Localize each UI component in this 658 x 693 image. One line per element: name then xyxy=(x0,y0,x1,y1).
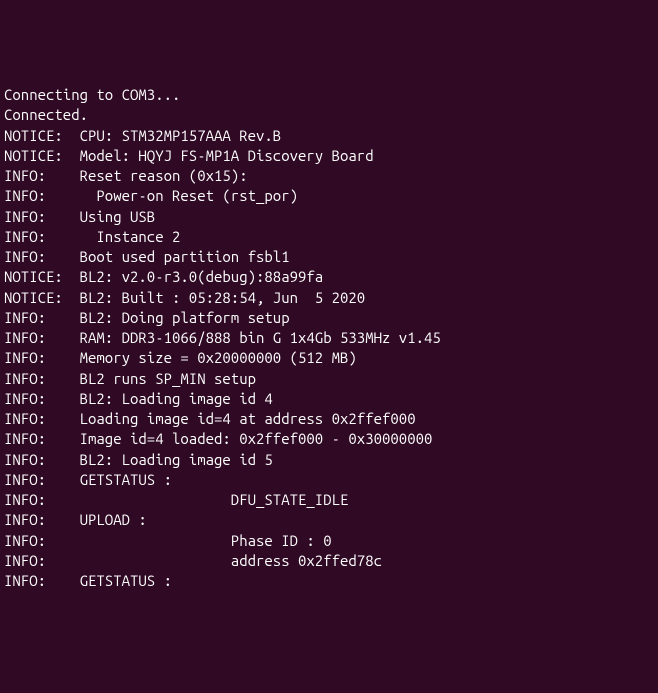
log-line: NOTICE: Model: HQYJ FS-MP1A Discovery Bo… xyxy=(4,146,654,166)
log-line: INFO: Loading image id=4 at address 0x2f… xyxy=(4,409,654,429)
log-line: INFO: Instance 2 xyxy=(4,227,654,247)
log-line: NOTICE: CPU: STM32MP157AAA Rev.B xyxy=(4,126,654,146)
log-line: NOTICE: BL2: v2.0-r3.0(debug):88a99fa xyxy=(4,267,654,287)
terminal-output: Connecting to COM3...Connected.NOTICE: C… xyxy=(4,85,654,591)
log-line: INFO: UPLOAD : xyxy=(4,510,654,530)
log-line: INFO: DFU_STATE_IDLE xyxy=(4,490,654,510)
log-line: INFO: Using USB xyxy=(4,207,654,227)
log-line: INFO: GETSTATUS : xyxy=(4,571,654,591)
log-line: INFO: BL2: Loading image id 5 xyxy=(4,450,654,470)
log-line: NOTICE: BL2: Built : 05:28:54, Jun 5 202… xyxy=(4,288,654,308)
log-line: Connecting to COM3... xyxy=(4,85,654,105)
log-line: INFO: Power-on Reset (rst_por) xyxy=(4,186,654,206)
log-line: INFO: Reset reason (0x15): xyxy=(4,166,654,186)
log-line: INFO: Boot used partition fsbl1 xyxy=(4,247,654,267)
log-line: INFO: Memory size = 0x20000000 (512 MB) xyxy=(4,348,654,368)
log-line: INFO: Phase ID : 0 xyxy=(4,531,654,551)
log-line: INFO: GETSTATUS : xyxy=(4,470,654,490)
log-line: INFO: BL2 runs SP_MIN setup xyxy=(4,369,654,389)
log-line: INFO: BL2: Loading image id 4 xyxy=(4,389,654,409)
log-line: Connected. xyxy=(4,105,654,125)
log-line: INFO: address 0x2ffed78c xyxy=(4,551,654,571)
log-line: INFO: RAM: DDR3-1066/888 bin G 1x4Gb 533… xyxy=(4,328,654,348)
log-line: INFO: BL2: Doing platform setup xyxy=(4,308,654,328)
log-line: INFO: Image id=4 loaded: 0x2ffef000 - 0x… xyxy=(4,429,654,449)
